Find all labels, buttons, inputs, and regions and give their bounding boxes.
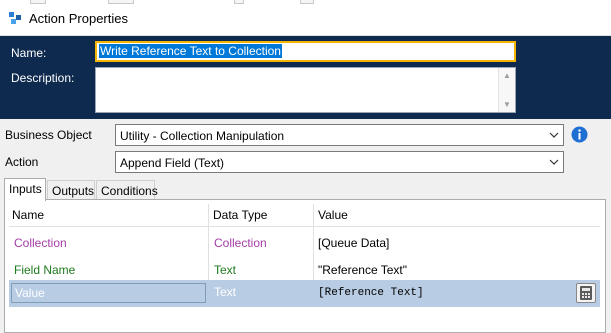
name-field[interactable]: Write Reference Text to Collection: [95, 41, 516, 62]
action-label: Action: [5, 155, 39, 169]
row-name: Collection: [14, 236, 67, 250]
tab-inputs[interactable]: Inputs: [4, 178, 46, 201]
business-object-value: Utility - Collection Manipulation: [120, 129, 285, 143]
inputs-grid: Name Data Type Value Collection Collecti…: [9, 204, 600, 330]
title-bar: Action Properties: [0, 0, 611, 36]
scroll-up-icon[interactable]: ▲: [503, 71, 511, 80]
row-name-editor[interactable]: Value: [11, 283, 206, 303]
background-window-edge: [234, 0, 244, 4]
info-icon[interactable]: [571, 126, 588, 143]
business-object-label: Business Object: [5, 128, 92, 142]
table-row-selected[interactable]: Value Text [Reference Text]: [9, 280, 600, 307]
action-select[interactable]: Append Field (Text): [115, 151, 564, 173]
description-label: Description:: [11, 71, 75, 85]
business-object-select[interactable]: Utility - Collection Manipulation: [115, 124, 564, 146]
table-row[interactable]: Collection Collection [Queue Data]: [9, 228, 600, 255]
background-window-edge: [108, 0, 134, 4]
inputs-panel: Name Data Type Value Collection Collecti…: [4, 199, 606, 333]
action-value: Append Field (Text): [120, 156, 225, 170]
background-window-edge: [30, 0, 46, 4]
tab-outputs[interactable]: Outputs: [47, 180, 95, 200]
column-header-name[interactable]: Name: [12, 208, 44, 222]
grid-header: Name Data Type Value: [9, 204, 600, 227]
column-header-data-type[interactable]: Data Type: [213, 208, 267, 222]
row-data-type: Text: [214, 285, 237, 299]
calculator-icon: [580, 286, 592, 300]
column-header-value[interactable]: Value: [318, 208, 348, 222]
scroll-down-icon[interactable]: ▼: [503, 100, 511, 109]
chevron-down-icon[interactable]: [549, 157, 559, 167]
expression-editor-button[interactable]: [576, 283, 596, 303]
table-row[interactable]: Field Name Text "Reference Text": [9, 255, 600, 282]
description-field[interactable]: ▲ ▼: [95, 67, 516, 113]
name-value[interactable]: Write Reference Text to Collection: [99, 44, 282, 58]
row-data-type: Text: [214, 263, 237, 277]
row-name: Field Name: [14, 263, 76, 277]
row-value[interactable]: "Reference Text": [318, 263, 407, 277]
description-scrollbar[interactable]: ▲ ▼: [498, 68, 515, 112]
row-value[interactable]: [Reference Text]: [318, 287, 424, 299]
row-data-type: Collection: [214, 236, 267, 250]
background-window-edge: [300, 0, 314, 4]
name-label: Name:: [11, 46, 47, 60]
action-header: Name: Write Reference Text to Collection…: [0, 36, 611, 119]
tab-conditions[interactable]: Conditions: [96, 180, 158, 200]
row-value[interactable]: [Queue Data]: [318, 236, 389, 250]
process-icon: [9, 12, 21, 24]
window-title: Action Properties: [29, 11, 128, 26]
chevron-down-icon[interactable]: [549, 130, 559, 140]
row-name[interactable]: Value: [15, 286, 45, 300]
